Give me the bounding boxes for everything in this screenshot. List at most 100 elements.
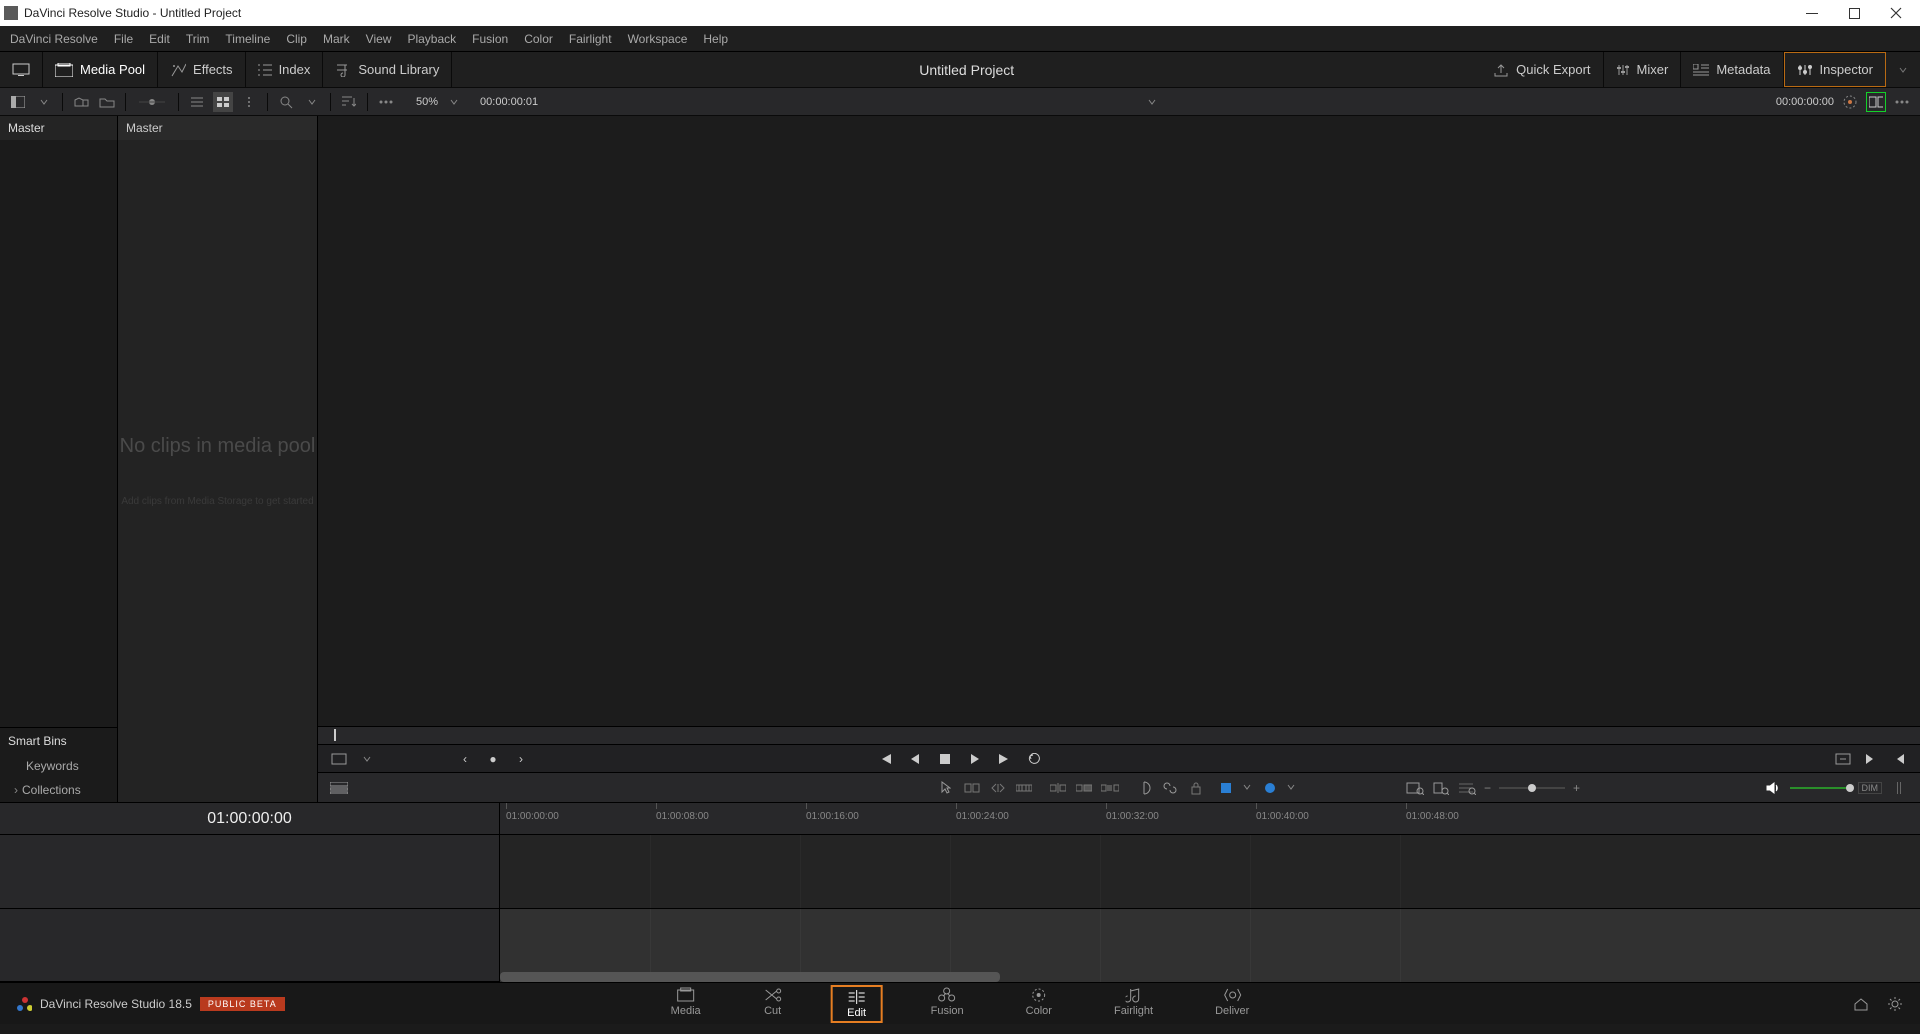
close-button[interactable] [1876, 1, 1916, 25]
scrub-bar[interactable] [318, 726, 1920, 744]
toolbar-panel-dropdown[interactable] [34, 92, 54, 112]
menu-fairlight[interactable]: Fairlight [569, 32, 612, 46]
smart-bin-keywords[interactable]: Keywords [0, 754, 117, 778]
play-button[interactable] [966, 750, 984, 768]
maximize-button[interactable] [1834, 1, 1874, 25]
media-pool-header[interactable]: Master [118, 116, 317, 140]
menu-fusion[interactable]: Fusion [472, 32, 508, 46]
toolbar-more-right[interactable] [1892, 92, 1912, 112]
next-frame-button[interactable] [996, 750, 1014, 768]
menu-davinci-resolve[interactable]: DaVinci Resolve [10, 32, 98, 46]
toolbar-strip-view[interactable] [239, 92, 259, 112]
trim-tool[interactable] [963, 779, 981, 797]
full-extent-zoom-button[interactable] [1406, 779, 1424, 797]
menu-workspace[interactable]: Workspace [628, 32, 688, 46]
link-button[interactable] [1161, 779, 1179, 797]
timeline-scrollbar[interactable] [500, 972, 1000, 982]
home-button[interactable] [1852, 995, 1870, 1013]
lock-button[interactable] [1187, 779, 1205, 797]
first-frame-right-button[interactable] [1890, 750, 1908, 768]
menu-clip[interactable]: Clip [286, 32, 307, 46]
prev-frame-button[interactable] [906, 750, 924, 768]
timeline-tracks[interactable]: 01:00:00:00 01:00:08:00 01:00:16:00 01:0… [500, 803, 1920, 982]
uibar-sound-library[interactable]: Sound Library [323, 52, 452, 87]
menu-trim[interactable]: Trim [186, 32, 210, 46]
volume-icon[interactable] [1764, 779, 1782, 797]
last-frame-right-button[interactable] [1862, 750, 1880, 768]
media-pool-body[interactable]: No clips in media pool Add clips from Me… [118, 140, 317, 802]
menu-file[interactable]: File [114, 32, 133, 46]
toolbar-thumb-view[interactable] [213, 92, 233, 112]
select-tool[interactable] [937, 779, 955, 797]
sidebar-header[interactable]: Master [0, 116, 117, 140]
uibar-inspector[interactable]: Inspector [1784, 52, 1886, 87]
menu-color[interactable]: Color [524, 32, 553, 46]
mute-button[interactable] [1890, 779, 1908, 797]
viewer-tc-left[interactable]: 00:00:00:01 [480, 96, 538, 108]
toolbar-search[interactable] [276, 92, 296, 112]
menu-mark[interactable]: Mark [323, 32, 350, 46]
toolbar-panel-layout[interactable] [8, 92, 28, 112]
dynamic-trim-tool[interactable] [989, 779, 1007, 797]
keyframe-button[interactable]: ● [484, 750, 502, 768]
uibar-media-pool[interactable]: Media Pool [43, 52, 158, 87]
page-tab-fairlight[interactable]: Fairlight [1100, 985, 1167, 1023]
viewer-name-dropdown[interactable] [1142, 92, 1162, 112]
menu-timeline[interactable]: Timeline [225, 32, 270, 46]
minimize-button[interactable] [1792, 1, 1832, 25]
insert-clip-button[interactable] [1049, 779, 1067, 797]
viewer[interactable] [318, 116, 1920, 726]
timeline-view-button[interactable] [330, 779, 348, 797]
uibar-expand-button[interactable] [1886, 52, 1920, 87]
flag-dropdown-1-chev[interactable] [1239, 779, 1257, 797]
overwrite-clip-button[interactable] [1075, 779, 1093, 797]
toolbar-sort[interactable] [339, 92, 359, 112]
zoom-slider[interactable] [1499, 787, 1565, 789]
transform-overlay-button[interactable] [330, 750, 348, 768]
toolbar-more[interactable] [376, 92, 396, 112]
page-tab-color[interactable]: Color [1012, 985, 1066, 1023]
toolbar-search-dropdown[interactable] [302, 92, 322, 112]
page-tab-fusion[interactable]: Fusion [917, 985, 978, 1023]
flag-dropdown-2[interactable] [1265, 783, 1275, 793]
razor-button[interactable] [1135, 779, 1153, 797]
dim-button[interactable]: DIM [1858, 782, 1883, 794]
timeline-audio-track[interactable] [500, 909, 1920, 982]
toolbar-list-view[interactable] [187, 92, 207, 112]
timeline-video-track[interactable] [500, 835, 1920, 909]
menu-view[interactable]: View [366, 32, 392, 46]
stop-button[interactable] [936, 750, 954, 768]
uibar-monitor-button[interactable] [0, 52, 43, 87]
toolbar-import-folder[interactable] [97, 92, 117, 112]
uibar-index[interactable]: Index [246, 52, 324, 87]
next-keyframe-button[interactable]: › [512, 750, 530, 768]
scrub-marker[interactable] [334, 729, 336, 741]
toolbar-record-slider[interactable] [134, 92, 170, 112]
timeline-tc[interactable]: 01:00:00:00 [0, 803, 499, 835]
match-frame-button[interactable] [1834, 750, 1852, 768]
flag-dropdown-2-chev[interactable] [1283, 779, 1301, 797]
transform-overlay-dropdown[interactable] [358, 750, 376, 768]
prev-keyframe-button[interactable]: ‹ [456, 750, 474, 768]
menu-edit[interactable]: Edit [149, 32, 170, 46]
smart-bin-collections[interactable]: ›Collections [0, 778, 117, 802]
viewer-zoom[interactable]: 50% [416, 96, 438, 108]
timeline-video-track-header[interactable] [0, 835, 499, 909]
uibar-metadata[interactable]: Metadata [1681, 52, 1783, 87]
viewer-zoom-dropdown[interactable] [444, 92, 464, 112]
flag-dropdown-1[interactable] [1221, 783, 1231, 793]
zoom-minus[interactable]: − [1484, 781, 1491, 795]
loop-button[interactable] [1026, 750, 1044, 768]
page-tab-media[interactable]: Media [657, 985, 715, 1023]
page-tab-edit[interactable]: Edit [831, 985, 883, 1023]
blade-tool[interactable] [1015, 779, 1033, 797]
volume-slider[interactable] [1790, 787, 1850, 789]
timeline-ruler[interactable]: 01:00:00:00 01:00:08:00 01:00:16:00 01:0… [500, 803, 1920, 835]
detail-zoom-button[interactable] [1432, 779, 1450, 797]
page-tab-cut[interactable]: Cut [749, 985, 797, 1023]
toolbar-bypass[interactable] [1840, 92, 1860, 112]
uibar-quick-export[interactable]: Quick Export [1481, 52, 1603, 87]
uibar-effects[interactable]: Effects [158, 52, 246, 87]
menu-playback[interactable]: Playback [407, 32, 456, 46]
page-tab-deliver[interactable]: Deliver [1201, 985, 1263, 1023]
